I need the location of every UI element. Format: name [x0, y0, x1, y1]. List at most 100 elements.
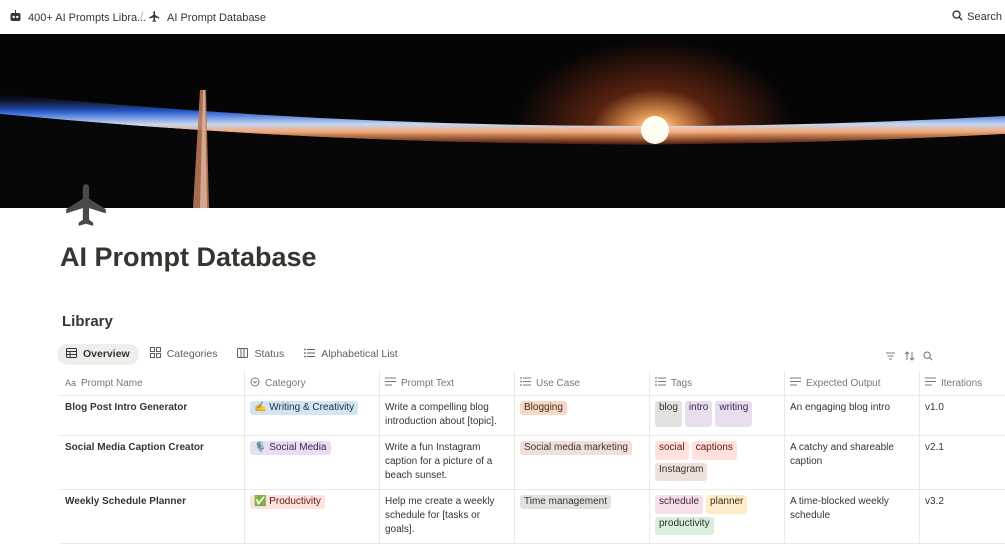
breadcrumb-parent[interactable]: 400+ AI Prompts Libra...	[9, 10, 146, 25]
column-header-category[interactable]: Category	[245, 371, 380, 395]
prompt-name-cell[interactable]: Blog Post Intro Generator	[60, 396, 245, 435]
column-label: Iterations	[941, 377, 983, 389]
table-row[interactable]: Social Media Caption Creator 🎙️ Social M…	[60, 436, 1005, 490]
column-header-expected-output[interactable]: Expected Output	[785, 371, 920, 395]
expected-output-cell[interactable]: An engaging blog intro	[785, 396, 920, 435]
search-label: Search	[967, 11, 1002, 23]
category-emoji: 🎙️	[254, 442, 267, 453]
tab-overview[interactable]: Overview	[57, 343, 139, 365]
select-icon	[250, 377, 260, 390]
tag-chip: captions	[691, 441, 737, 460]
prompt-text-cell[interactable]: Write a fun Instagram caption for a pict…	[380, 436, 515, 489]
tags-cell[interactable]: schedule planner productivity	[650, 490, 785, 543]
view-tools	[885, 348, 933, 366]
robot-icon	[9, 10, 22, 25]
breadcrumb-current[interactable]: AI Prompt Database	[148, 10, 266, 26]
sort-icon[interactable]	[904, 348, 915, 366]
list-icon	[304, 348, 316, 361]
text-icon	[790, 377, 801, 389]
category-label: Social Media	[269, 442, 327, 453]
library-title: Library	[62, 313, 113, 330]
column-header-prompt-text[interactable]: Prompt Text	[380, 371, 515, 395]
category-tag: 🎙️ Social Media	[250, 441, 331, 455]
prompt-name-cell[interactable]: Social Media Caption Creator	[60, 436, 245, 489]
column-header-use-case[interactable]: Use Case	[515, 371, 650, 395]
gallery-icon	[149, 347, 161, 361]
column-label: Expected Output	[806, 377, 881, 389]
category-cell[interactable]: ✅ Productivity	[245, 490, 380, 543]
prompt-text-cell[interactable]: Help me create a weekly schedule for [ta…	[380, 490, 515, 543]
page-title: AI Prompt Database	[60, 242, 317, 272]
category-tag: ✍️ Writing & Creativity	[250, 401, 359, 415]
text-icon	[925, 377, 936, 389]
tab-overview-label: Overview	[83, 348, 130, 360]
filter-icon[interactable]	[885, 348, 896, 366]
cover-image	[0, 34, 1005, 208]
use-case-cell[interactable]: Time management	[515, 490, 650, 543]
view-tabs: Overview Categories Status Alphabetical …	[57, 343, 409, 365]
search-icon[interactable]	[923, 348, 933, 366]
tag-chip: planner	[706, 495, 748, 514]
table-header: Aa Prompt Name Category Prompt Text Use …	[60, 370, 1005, 396]
column-header-iterations[interactable]: Iterations	[920, 371, 1005, 395]
tags-cell[interactable]: blog intro writing	[650, 396, 785, 435]
tag-chip: schedule	[655, 495, 704, 514]
category-label: Productivity	[269, 496, 321, 507]
page-airplane-icon[interactable]	[62, 180, 112, 230]
tab-categories[interactable]: Categories	[141, 343, 227, 365]
column-label: Category	[265, 377, 306, 389]
earth-horizon-image	[0, 90, 1005, 208]
tab-categories-label: Categories	[166, 348, 218, 360]
expected-output-cell[interactable]: A catchy and shareable caption	[785, 436, 920, 489]
prompt-text-cell[interactable]: Write a compelling blog introduction abo…	[380, 396, 515, 435]
use-case-tag: Blogging	[520, 401, 567, 415]
category-emoji: ✅	[254, 496, 267, 507]
iterations-cell[interactable]: v3.2	[920, 490, 1005, 543]
tab-alphabetical-list-label: Alphabetical List	[321, 348, 398, 360]
prompt-table: Aa Prompt Name Category Prompt Text Use …	[60, 370, 1005, 544]
iterations-cell[interactable]: v1.0	[920, 396, 1005, 435]
list-icon	[520, 377, 531, 389]
column-label: Prompt Text	[401, 377, 455, 389]
category-tag: ✅ Productivity	[250, 495, 325, 509]
expected-output-cell[interactable]: A time-blocked weekly schedule	[785, 490, 920, 543]
prompt-name-cell[interactable]: Weekly Schedule Planner	[60, 490, 245, 543]
search-icon	[952, 10, 963, 24]
tag-chip: Instagram	[655, 462, 708, 481]
breadcrumb-parent-label: 400+ AI Prompts Libra...	[28, 11, 147, 24]
table-row[interactable]: Blog Post Intro Generator ✍️ Writing & C…	[60, 396, 1005, 436]
column-label: Prompt Name	[81, 377, 143, 389]
search-button[interactable]: Search	[952, 10, 1002, 24]
table-icon	[66, 347, 77, 361]
column-header-prompt-name[interactable]: Aa Prompt Name	[60, 371, 245, 395]
tag-chip: blog	[655, 401, 682, 427]
title-property-icon: Aa	[65, 378, 77, 388]
category-label: Writing & Creativity	[269, 402, 355, 413]
use-case-tag: Social media marketing	[520, 441, 632, 455]
breadcrumb-separator: /	[140, 9, 144, 23]
table-row[interactable]: Weekly Schedule Planner ✅ Productivity H…	[60, 490, 1005, 544]
board-icon	[237, 347, 249, 361]
tag-chip: social	[655, 441, 689, 460]
top-bar: 400+ AI Prompts Libra... / AI Prompt Dat…	[0, 0, 1005, 34]
use-case-cell[interactable]: Blogging	[515, 396, 650, 435]
tag-chip: productivity	[655, 516, 714, 535]
use-case-cell[interactable]: Social media marketing	[515, 436, 650, 489]
column-label: Tags	[671, 377, 693, 389]
column-label: Use Case	[536, 377, 580, 389]
tags-cell[interactable]: social captions Instagram	[650, 436, 785, 489]
airplane-icon	[148, 10, 161, 26]
tab-alphabetical-list[interactable]: Alphabetical List	[295, 344, 406, 365]
list-icon	[655, 377, 666, 389]
column-header-tags[interactable]: Tags	[650, 371, 785, 395]
text-icon	[385, 377, 396, 389]
category-cell[interactable]: 🎙️ Social Media	[245, 436, 380, 489]
iterations-cell[interactable]: v2.1	[920, 436, 1005, 489]
tag-chip: writing	[715, 401, 753, 427]
breadcrumb-current-label: AI Prompt Database	[167, 12, 267, 24]
category-cell[interactable]: ✍️ Writing & Creativity	[245, 396, 380, 435]
category-emoji: ✍️	[254, 402, 267, 413]
tab-status-label: Status	[254, 348, 285, 360]
use-case-tag: Time management	[520, 495, 611, 509]
tab-status[interactable]: Status	[228, 344, 293, 365]
